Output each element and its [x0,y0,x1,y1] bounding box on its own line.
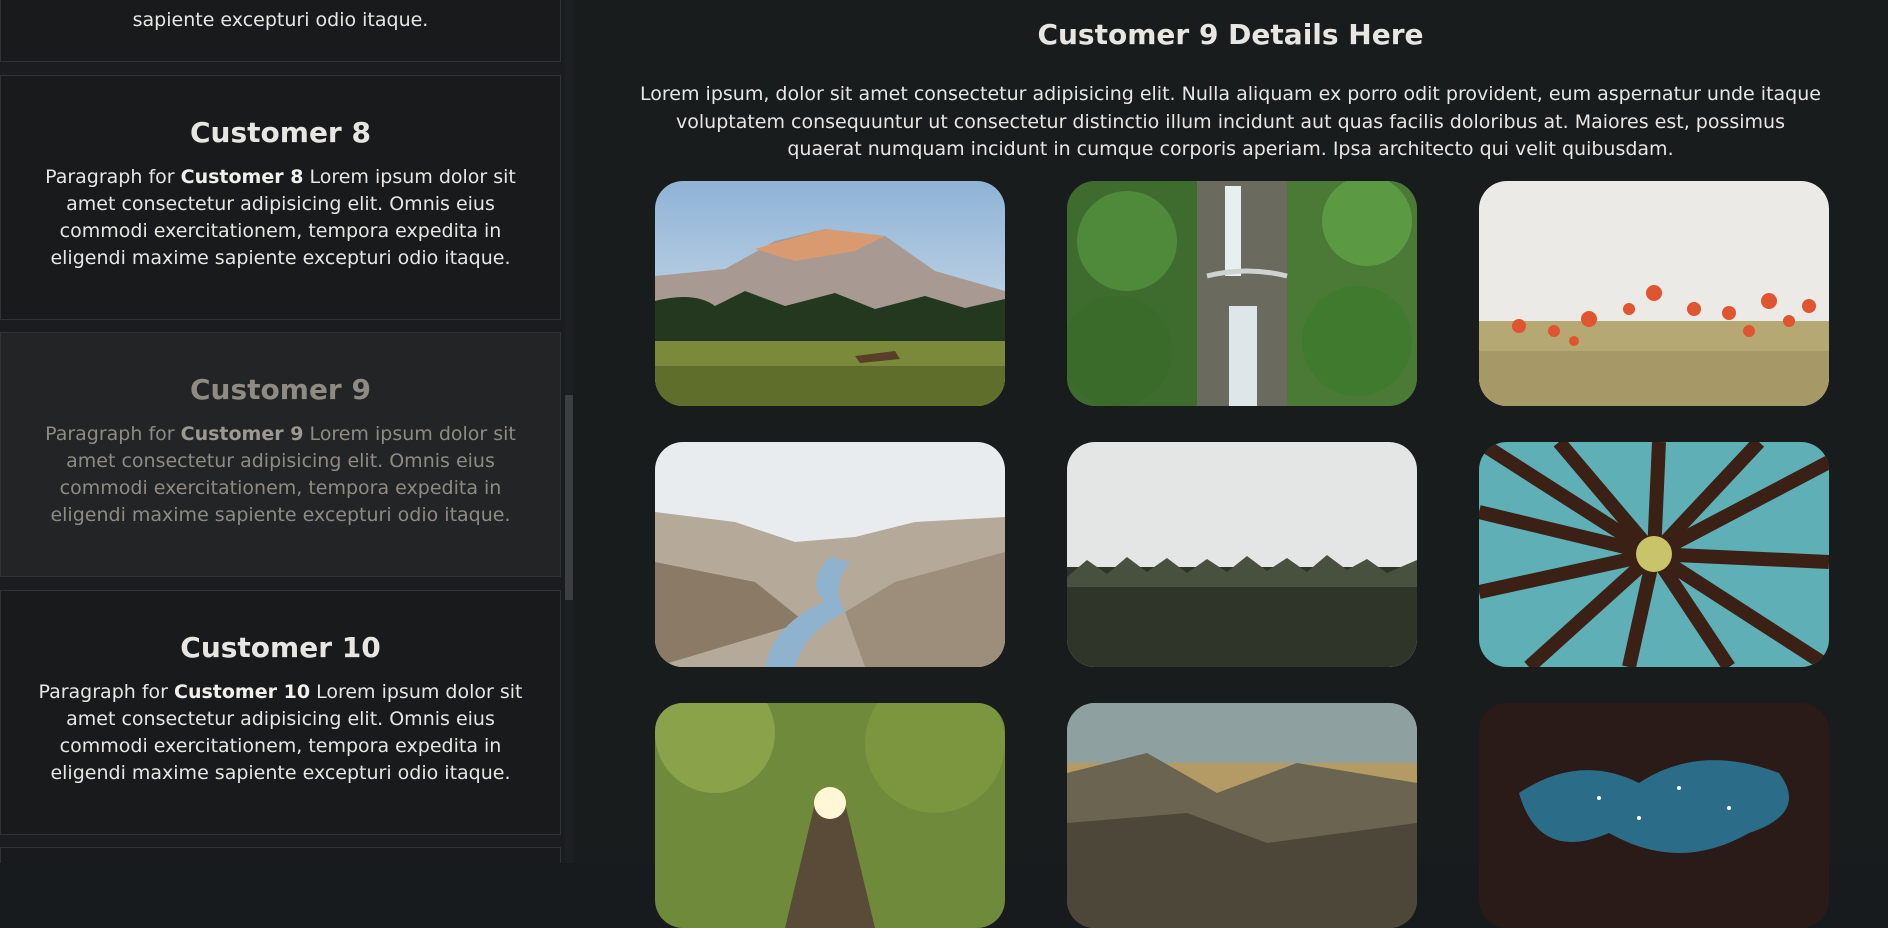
gallery-image-golden-mountains [1067,703,1417,928]
customer-card-10[interactable]: Customer 10 Paragraph for Customer 10 Lo… [0,590,561,835]
customer-sidebar: sapiente excepturi odio itaque. Customer… [0,0,565,863]
customer-card-7[interactable]: sapiente excepturi odio itaque. [0,0,561,62]
customer-card-title: Customer 10 [180,631,381,664]
customer-card-paragraph: Paragraph for Customer 8 Lorem ipsum dol… [45,166,516,269]
gallery-image-tree-canopy [1479,442,1829,667]
customer-card-paragraph: sapiente excepturi odio itaque. [132,9,429,31]
customer-card-9[interactable]: Customer 9 Paragraph for Customer 9 Lore… [0,332,561,577]
gallery-image-poppy-field [1479,181,1829,406]
customer-card-11[interactable] [0,847,561,863]
customer-details-panel: Customer 9 Details Here Lorem ipsum, dol… [573,0,1888,928]
details-title: Customer 9 Details Here [1037,18,1424,51]
gallery-image-canyon-stars [1479,703,1829,928]
sidebar-scrollbar-thumb[interactable] [565,395,573,600]
details-paragraph: Lorem ipsum, dolor sit amet consectetur … [640,83,1821,160]
gallery-image-foggy-forest [1067,442,1417,667]
customer-card-title: Customer 8 [190,116,371,149]
gallery-image-misty-valley [655,442,1005,667]
customer-card-8[interactable]: Customer 8 Paragraph for Customer 8 Lore… [0,75,561,320]
customer-card-paragraph: Paragraph for Customer 10 Lorem ipsum do… [38,681,523,784]
gallery-image-mountain-meadow [655,181,1005,406]
gallery-image-waterfall [1067,181,1417,406]
gallery-image-sunlit-tree [655,703,1005,928]
customer-card-title: Customer 9 [190,373,371,406]
customer-card-paragraph: Paragraph for Customer 9 Lorem ipsum dol… [45,423,516,526]
